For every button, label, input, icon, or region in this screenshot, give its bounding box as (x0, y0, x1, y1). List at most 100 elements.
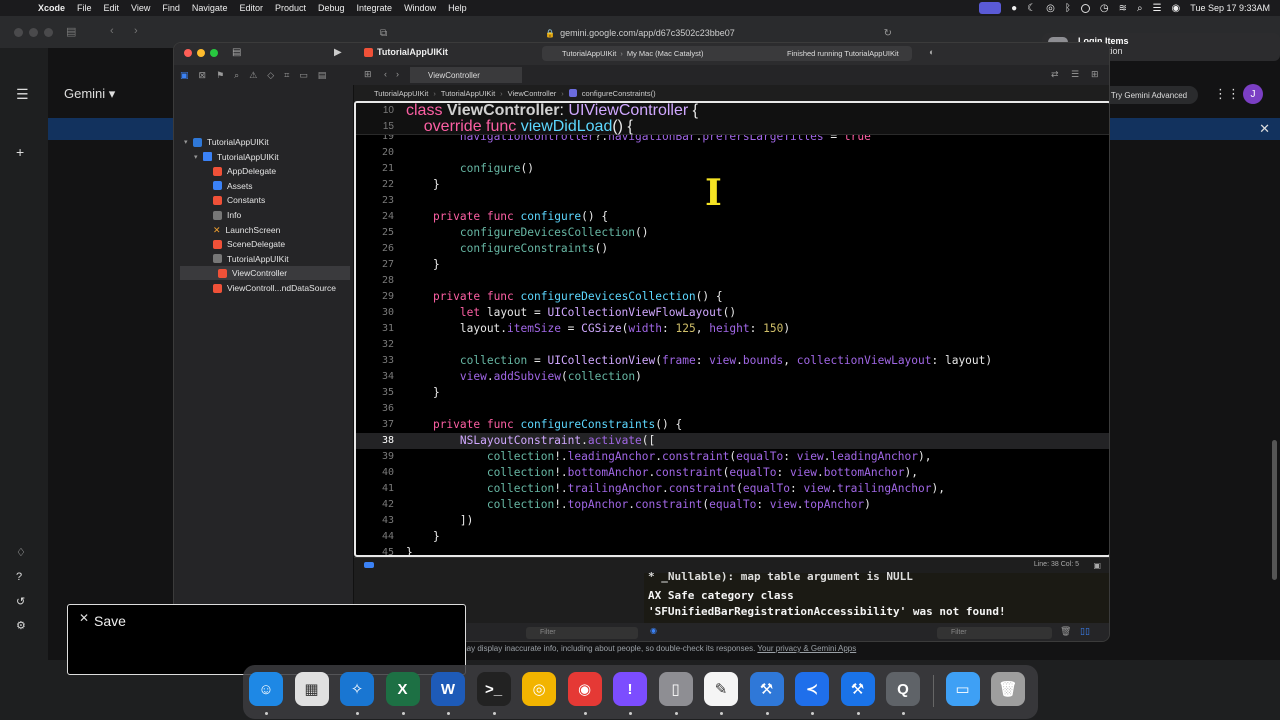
dock-finder-icon[interactable]: ☺ (249, 672, 283, 706)
zoom-window-icon[interactable] (210, 49, 218, 57)
new-chat-icon[interactable]: + (16, 144, 24, 160)
menu-app-name[interactable]: Xcode (38, 3, 65, 13)
source-control-icon[interactable]: ⊠ (199, 70, 207, 81)
wifi-icon[interactable]: ≋ (1119, 3, 1127, 14)
forward-arrow-icon[interactable]: › (396, 69, 399, 79)
dock-textedit-icon[interactable]: ✎ (704, 672, 738, 706)
minimize-window-icon[interactable] (197, 49, 205, 57)
code-editor[interactable]: 10 class ViewController: UIViewController… (354, 101, 1109, 557)
menu-edit[interactable]: Edit (104, 3, 120, 13)
menu-help[interactable]: Help (448, 3, 467, 13)
issues-icon[interactable]: ◐ (929, 47, 934, 57)
dock-vscode-icon[interactable]: ≺ (795, 672, 829, 706)
menu-product[interactable]: Product (275, 3, 306, 13)
menu-find[interactable]: Find (162, 3, 180, 13)
variables-filter-input[interactable]: Filter (526, 627, 638, 639)
test-navigator-icon[interactable]: ◇ (267, 70, 274, 81)
navigator-item[interactable]: ViewController (180, 266, 350, 281)
bookmark-icon[interactable]: ⚑ (216, 70, 224, 81)
dock-xcode-beta-icon[interactable]: ⚒ (749, 672, 784, 706)
issue-navigator-icon[interactable]: ⚠ (249, 70, 257, 81)
dock-excel-icon[interactable]: X (385, 672, 420, 706)
control-center-icon[interactable]: ☰ (1153, 3, 1162, 14)
dock-quicktime-icon[interactable]: Q (886, 672, 920, 706)
eye-icon[interactable]: ◉ (650, 626, 657, 635)
settings-gear-icon[interactable]: ⚙ (16, 619, 26, 632)
debug-console[interactable]: * _Nullable): map table argument is NULL… (644, 570, 1109, 623)
project-navigator-icon[interactable]: ▣ (180, 70, 189, 81)
back-arrow-icon[interactable]: ‹ (110, 25, 114, 37)
address-bar[interactable]: ⧉ 🔒 gemini.google.com/app/d67c3502c23bbe… (380, 24, 900, 42)
menu-navigate[interactable]: Navigate (192, 3, 228, 13)
menu-integrate[interactable]: Integrate (357, 3, 393, 13)
debug-navigator-icon[interactable]: ⌗ (284, 70, 289, 81)
zoom-window-icon[interactable] (44, 28, 53, 37)
gemini-model-selector[interactable]: Gemini ▾ (64, 86, 115, 102)
tab-overview-icon[interactable]: ⧉ (380, 28, 387, 39)
close-banner-icon[interactable]: ✕ (1259, 121, 1270, 137)
scheme-selector[interactable]: TutorialAppUIKit (562, 49, 616, 58)
dock-feedback-icon[interactable]: ! (613, 672, 647, 706)
sidebar-toggle-icon[interactable]: ▤ (66, 25, 76, 38)
navigator-toggle-icon[interactable]: ▤ (232, 47, 241, 58)
debug-area-toggle-icon[interactable] (364, 562, 374, 568)
menu-editor[interactable]: Editor (239, 3, 263, 13)
navigator-item[interactable]: ViewControll...ndDataSource (204, 281, 336, 295)
dock-terminal-icon[interactable]: >_ (476, 672, 511, 706)
jumpbar-project[interactable]: TutorialAppUIKit (374, 89, 428, 98)
screen-share-icon[interactable] (979, 2, 1002, 14)
navigator-item[interactable]: TutorialAppUIKit (204, 252, 289, 266)
close-icon[interactable]: ✕ (79, 611, 89, 625)
related-items-icon[interactable]: ⊞ (364, 69, 372, 80)
spotlight-search-icon[interactable]: ⌕ (1137, 3, 1143, 14)
dock-chrome-icon[interactable]: ◉ (567, 672, 602, 706)
navigator-item[interactable]: ✕ LaunchScreen (204, 223, 280, 237)
hamburger-menu-icon[interactable]: ☰ (16, 86, 29, 103)
menu-clock[interactable]: Tue Sep 17 9:33AM (1190, 3, 1270, 13)
split-view-icon[interactable]: ▯▯ (1080, 626, 1090, 637)
navigator-item[interactable]: ▾ TutorialAppUIKit (194, 150, 279, 164)
destination-selector[interactable]: My Mac (Mac Catalyst) (627, 49, 704, 58)
close-window-icon[interactable] (14, 28, 23, 37)
navigator-item[interactable]: AppDelegate (204, 164, 276, 178)
dock-launchpad-icon[interactable]: ▦ (294, 672, 329, 706)
dock-chrome-canary-icon[interactable]: ◎ (522, 672, 556, 706)
breakpoint-navigator-icon[interactable]: ▭ (299, 70, 308, 81)
navigator-item[interactable]: SceneDelegate (204, 237, 285, 251)
help-icon[interactable]: ? (16, 571, 22, 583)
menu-debug[interactable]: Debug (318, 3, 345, 13)
jumpbar-file[interactable]: ViewController (508, 89, 557, 98)
navigator-item[interactable]: Constants (204, 193, 265, 207)
dock-downloads-icon[interactable]: ▭ (945, 672, 980, 706)
run-icon[interactable]: ▶ (334, 47, 342, 58)
privacy-link[interactable]: Your privacy & Gemini Apps (757, 644, 856, 653)
gem-manager-icon[interactable]: ♢ (16, 546, 26, 559)
activity-status[interactable]: TutorialAppUIKit › My Mac (Mac Catalyst)… (542, 46, 912, 61)
activity-icon[interactable]: ↺ (16, 595, 25, 608)
page-scrollbar[interactable] (1272, 440, 1277, 580)
avatar[interactable]: J (1243, 84, 1263, 104)
jumpbar-method[interactable]: configureConstraints() (582, 89, 656, 98)
clock-status-icon[interactable]: ◷ (1100, 3, 1109, 14)
jumpbar-folder[interactable]: TutorialAppUIKit (441, 89, 495, 98)
disclosure-triangle-icon[interactable]: ▾ (184, 138, 190, 146)
do-not-disturb-icon[interactable]: ☾ (1027, 3, 1036, 14)
airdrop-icon[interactable]: ◎ (1046, 3, 1055, 14)
find-navigator-icon[interactable]: ⌕ (234, 70, 239, 81)
try-gemini-advanced-button[interactable]: Try Gemini Advanced (1100, 86, 1198, 104)
navigator-item[interactable]: Info (204, 208, 241, 222)
menu-window[interactable]: Window (404, 3, 436, 13)
dock-word-icon[interactable]: W (431, 672, 465, 706)
console-filter-input[interactable]: Filter (937, 627, 1052, 639)
trash-icon[interactable]: 🗑 (1060, 626, 1071, 637)
back-arrow-icon[interactable]: ‹ (384, 69, 387, 79)
forward-arrow-icon[interactable]: › (134, 25, 138, 37)
siri-icon[interactable]: ◉ (1172, 3, 1181, 14)
record-icon[interactable]: ● (1011, 3, 1017, 14)
dock-safari-icon[interactable]: ✧ (340, 672, 374, 706)
navigator-item[interactable]: Assets (204, 179, 253, 193)
hide-debug-area-icon[interactable]: ▣ (1093, 561, 1101, 570)
minimize-window-icon[interactable] (29, 28, 38, 37)
dock-simulator-icon[interactable]: ▯ (658, 672, 693, 706)
play-status-icon[interactable] (1080, 3, 1090, 13)
